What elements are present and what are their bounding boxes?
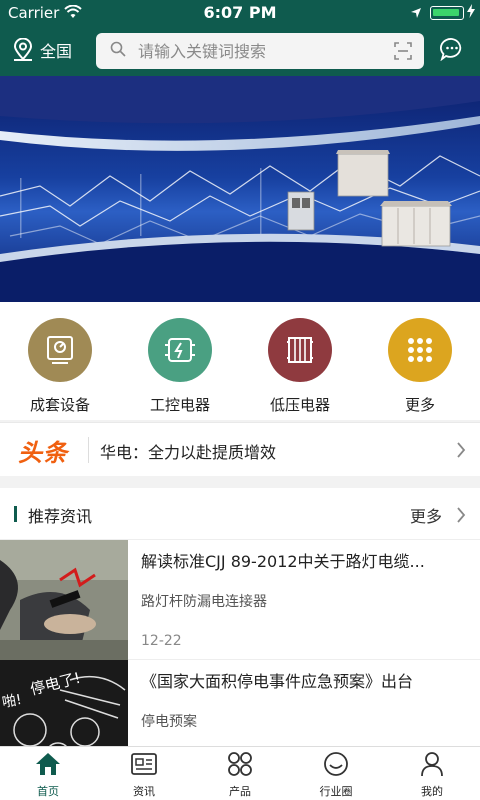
category-label: 更多 (404, 396, 435, 414)
news-title: 解读标准CJJ 89-2012中关于路灯电缆... (141, 552, 425, 571)
electric-box-icon (268, 318, 332, 382)
controller-icon (148, 318, 212, 382)
category-more[interactable]: 更多 (360, 302, 480, 420)
tab-label: 首页 (37, 785, 59, 798)
chevron-right-icon[interactable] (456, 506, 466, 528)
more-link[interactable]: 更多 (410, 503, 442, 527)
headline-brand: 头条 (18, 439, 68, 467)
battery-icon (430, 6, 464, 20)
category-complete-equipment[interactable]: 成套设备 (0, 302, 120, 420)
search-bar[interactable] (96, 33, 424, 69)
search-icon (110, 41, 126, 61)
tab-label: 我的 (421, 785, 443, 798)
grid-dots-icon (388, 318, 452, 382)
news-subtitle: 路灯杆防漏电连接器 (141, 594, 267, 610)
charging-icon (467, 4, 475, 21)
tab-products[interactable]: 产品 (192, 747, 288, 800)
city-selector[interactable]: 全国 (12, 35, 72, 65)
user-icon (418, 752, 446, 781)
category-industrial-control[interactable]: 工控电器 (120, 302, 240, 420)
category-label: 低压电器 (269, 396, 330, 414)
top-bar: Carrier 6:07 PM 全国 (0, 0, 480, 76)
tab-label: 资讯 (133, 785, 155, 798)
section-accent-bar (14, 506, 17, 522)
category-grid: 成套设备 工控电器 低压电器 更多 (0, 302, 480, 420)
news-item[interactable]: 解读标准CJJ 89-2012中关于路灯电缆... 路灯杆防漏电连接器 12-2… (0, 540, 480, 660)
products-icon (226, 752, 254, 781)
monitor-icon (28, 318, 92, 382)
tab-circle[interactable]: 行业圈 (288, 747, 384, 800)
location-arrow-icon (410, 5, 422, 23)
svg-text:啪!: 啪! (1, 691, 23, 711)
status-bar: Carrier 6:07 PM (0, 0, 480, 26)
header: 全国 (0, 26, 480, 76)
recommended-section-header: 推荐资讯 更多 (0, 488, 480, 540)
news-subtitle: 停电预案 (141, 714, 197, 730)
category-label: 工控电器 (149, 396, 210, 414)
home-icon (34, 753, 62, 781)
news-thumbnail (0, 540, 128, 660)
section-title: 推荐资讯 (28, 507, 93, 526)
circle-icon (322, 752, 350, 781)
city-label: 全国 (40, 42, 73, 61)
news-date: 12-22 (141, 633, 182, 649)
scan-icon[interactable] (394, 42, 412, 64)
headline-text[interactable]: 华电：全力以赴提质增效 (100, 439, 276, 463)
promo-banner[interactable] (0, 76, 480, 302)
tab-profile[interactable]: 我的 (384, 747, 480, 800)
divider (88, 437, 89, 463)
search-input[interactable] (138, 41, 378, 61)
message-icon[interactable] (440, 37, 464, 65)
tab-label: 产品 (229, 785, 251, 798)
news-title: 《国家大面积停电事件应急预案》出台 (141, 672, 414, 691)
news-item[interactable]: 啪! 停电了! 《国家大面积停电事件应急预案》出台 停电预案 (0, 660, 480, 746)
headline-ticker[interactable]: 头条 华电：全力以赴提质增效 (0, 422, 480, 476)
category-low-voltage[interactable]: 低压电器 (240, 302, 360, 420)
news-icon (130, 753, 158, 781)
chevron-right-icon (456, 441, 466, 463)
bottom-tab-bar: 首页 资讯 产品 行业圈 我的 (0, 746, 480, 800)
tab-news[interactable]: 资讯 (96, 747, 192, 800)
tab-label: 行业圈 (319, 785, 353, 798)
tab-home[interactable]: 首页 (0, 747, 96, 800)
category-label: 成套设备 (29, 396, 90, 414)
clock: 6:07 PM (203, 3, 277, 22)
location-pin-icon (13, 38, 33, 61)
news-thumbnail: 啪! 停电了! (0, 660, 128, 746)
